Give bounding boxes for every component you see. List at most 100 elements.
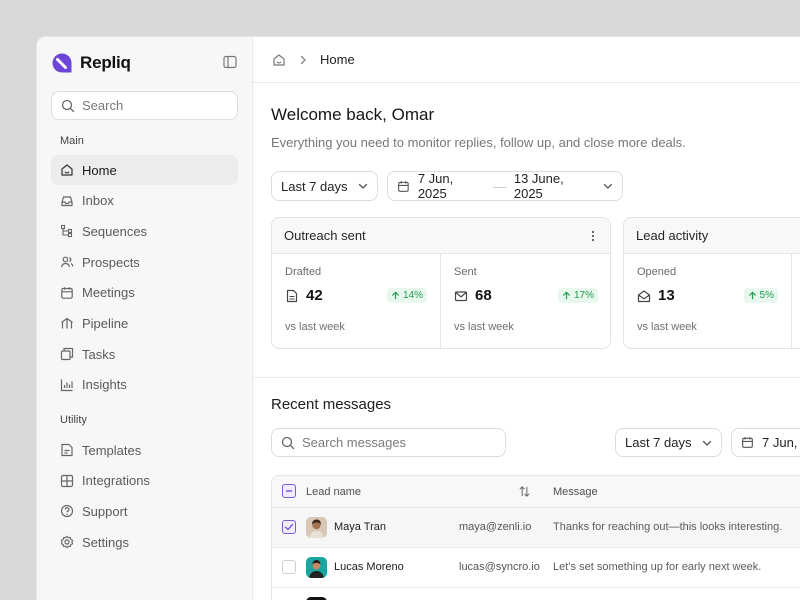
home-icon[interactable] <box>272 53 286 67</box>
search-icon <box>281 436 295 449</box>
stat-compare: vs last week <box>285 321 345 333</box>
stat-value: 42 <box>306 287 323 304</box>
stat-compare: vs last week <box>637 321 697 333</box>
recent-date-range-picker[interactable]: 7 Jun, 2 <box>731 428 800 457</box>
mail-icon <box>454 290 468 301</box>
more-vertical-icon[interactable] <box>588 229 598 243</box>
sidebar-item-tasks[interactable]: Tasks <box>51 339 238 369</box>
recent-date-start: 7 Jun, 2 <box>762 435 800 450</box>
chevron-right-icon <box>300 55 306 64</box>
document-icon <box>286 289 298 302</box>
date-end: 13 June, 2025 <box>513 171 564 201</box>
lead-email: maya@zenli.io <box>459 521 532 533</box>
sidebar-item-settings[interactable]: Settings <box>51 527 238 557</box>
outreach-card-title: Outreach sent <box>284 228 366 243</box>
sidebar-search-placeholder: Search <box>82 98 124 113</box>
insights-icon <box>60 379 73 391</box>
lead-name: Lucas Moreno <box>334 561 404 573</box>
stat-label: Drafted <box>285 266 322 278</box>
page-subtitle: Everything you need to monitor replies, … <box>271 135 686 150</box>
chevron-down-icon <box>603 183 613 189</box>
sidebar-toggle-icon[interactable] <box>222 54 238 70</box>
stat-value: 13 <box>658 287 675 304</box>
table-row[interactable]: Maya Tran maya@zenli.io Thanks for reach… <box>272 508 800 548</box>
home-icon <box>61 164 73 176</box>
brand-name: Repliq <box>80 53 131 72</box>
chevron-down-icon <box>702 440 712 446</box>
change-badge: 17% <box>557 288 598 303</box>
arrow-up-icon <box>391 291 400 300</box>
sidebar-item-prospects[interactable]: Prospects <box>51 247 238 277</box>
column-message[interactable]: Message <box>553 486 598 498</box>
change-badge: 5% <box>743 288 778 303</box>
sidebar-item-label: Prospects <box>82 254 140 270</box>
recent-period-value: Last 7 days <box>625 435 692 450</box>
avatar <box>306 557 327 578</box>
inbox-icon <box>61 196 73 206</box>
table-header: Lead name Message <box>272 476 800 508</box>
period-select[interactable]: Last 7 days <box>271 171 378 201</box>
sidebar-item-label: Pipeline <box>82 315 129 331</box>
table-row[interactable]: Lucas Moreno lucas@syncro.io Let’s set s… <box>272 548 800 588</box>
row-checkbox[interactable] <box>282 560 296 574</box>
main-nav: Home Inbox Sequences Prospects Meetings … <box>51 155 238 401</box>
change-value: 17% <box>573 290 594 301</box>
outreach-card: Outreach sent Drafted 42 14% vs last wee… <box>271 217 611 349</box>
main-section-label: Main <box>60 135 84 147</box>
minus-icon <box>286 490 292 492</box>
sidebar-search[interactable]: Search <box>51 91 238 120</box>
stat-compare: vs last week <box>454 321 514 333</box>
calendar-icon <box>742 437 753 448</box>
stat-label: Opened <box>637 266 677 278</box>
select-all-checkbox[interactable] <box>282 484 296 498</box>
row-checkbox[interactable] <box>282 520 296 534</box>
message-search-placeholder: Search messages <box>302 435 407 450</box>
pipeline-icon <box>61 318 73 329</box>
sidebar-item-label: Inbox <box>82 193 114 209</box>
message-search-input[interactable]: Search messages <box>271 428 506 457</box>
sidebar-item-label: Support <box>82 503 128 519</box>
column-lead-name[interactable]: Lead name <box>306 486 361 498</box>
sidebar-item-label: Home <box>82 162 117 178</box>
sidebar-item-templates[interactable]: Templates <box>51 435 238 465</box>
date-range-picker[interactable]: 7 Jun, 2025 — 13 June, 2025 <box>387 171 623 201</box>
sidebar-item-support[interactable]: Support <box>51 496 238 526</box>
sidebar-item-meetings[interactable]: Meetings <box>51 278 238 308</box>
table-row[interactable] <box>272 588 800 600</box>
lead-email: lucas@syncro.io <box>459 561 540 573</box>
chevron-down-icon <box>358 183 368 189</box>
sidebar-item-inbox[interactable]: Inbox <box>51 186 238 216</box>
stat-value: 68 <box>475 287 492 304</box>
sequences-icon <box>60 225 73 238</box>
sidebar-item-insights[interactable]: Insights <box>51 370 238 400</box>
stat-label: Sent <box>454 266 477 278</box>
integrations-icon <box>60 474 74 487</box>
breadcrumb-current: Home <box>320 52 355 67</box>
sidebar-item-integrations[interactable]: Integrations <box>51 466 238 496</box>
arrow-up-icon <box>748 291 756 300</box>
sidebar-item-label: Insights <box>82 377 127 393</box>
message-preview: Let’s set something up for early next we… <box>553 561 762 573</box>
search-icon <box>61 99 75 112</box>
arrow-up-icon <box>562 291 571 300</box>
period-select-value: Last 7 days <box>281 178 348 194</box>
lead-activity-card: Lead activity Opened 13 5% vs last week <box>623 217 800 349</box>
recent-period-select[interactable]: Last 7 days <box>615 428 722 457</box>
utility-nav: Templates Integrations Support Settings <box>51 435 238 558</box>
sidebar-item-label: Tasks <box>82 346 116 362</box>
sort-icon[interactable] <box>518 485 531 498</box>
templates-icon <box>61 443 73 457</box>
sidebar-item-home[interactable]: Home <box>51 155 238 185</box>
sidebar-item-label: Integrations <box>82 473 150 489</box>
app-window: Repliq Search Main Home Inbox Sequences … <box>36 36 800 600</box>
sidebar-item-label: Templates <box>82 442 142 458</box>
brand[interactable]: Repliq <box>51 51 131 75</box>
lead-card-title: Lead activity <box>636 228 709 243</box>
sidebar-item-sequences[interactable]: Sequences <box>51 216 238 246</box>
tasks-icon <box>60 348 74 361</box>
stat-drafted: Drafted 42 14% vs last week <box>272 254 441 348</box>
sidebar-item-pipeline[interactable]: Pipeline <box>51 308 238 338</box>
breadcrumb: Home <box>253 37 800 83</box>
outreach-card-header: Outreach sent <box>272 218 610 254</box>
sidebar-item-label: Meetings <box>82 285 135 301</box>
